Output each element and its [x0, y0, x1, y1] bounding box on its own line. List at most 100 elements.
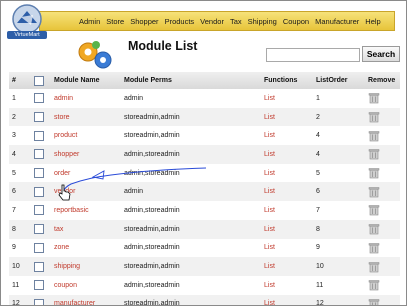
- row-select: [31, 145, 51, 164]
- search-button[interactable]: Search: [362, 46, 400, 62]
- module-name-link[interactable]: shopper: [51, 145, 121, 164]
- table-row: 7 reportbasic admin,storeadmin List 7: [9, 201, 400, 220]
- menu-item-tax[interactable]: Tax: [230, 17, 242, 26]
- row-select: [31, 126, 51, 145]
- row-number: 8: [12, 225, 16, 233]
- row-checkbox[interactable]: [34, 298, 44, 305]
- module-name-link[interactable]: zone: [51, 239, 121, 258]
- module-name-link[interactable]: product: [51, 126, 121, 145]
- table-row: 1 admin admin List 1: [9, 89, 400, 108]
- module-name-link[interactable]: tax: [51, 220, 121, 239]
- module-name-link[interactable]: admin: [51, 89, 121, 108]
- table-row: 9 zone admin,storeadmin List 9: [9, 239, 400, 258]
- remove-cell: [365, 89, 400, 108]
- remove-cell: [365, 295, 400, 306]
- row-checkbox[interactable]: [34, 224, 44, 235]
- row-number: 5: [12, 169, 16, 177]
- module-name-link[interactable]: manufacturer: [51, 295, 121, 305]
- trash-icon[interactable]: [368, 148, 380, 160]
- list-link[interactable]: List: [261, 220, 313, 239]
- page-title: Module List: [128, 39, 198, 53]
- search-input[interactable]: [266, 48, 360, 62]
- list-link[interactable]: List: [261, 257, 313, 276]
- module-name-link[interactable]: reportbasic: [51, 201, 121, 220]
- table-row: 3 product storeadmin,admin List 4: [9, 126, 400, 145]
- list-link[interactable]: List: [261, 276, 313, 295]
- trash-icon[interactable]: [368, 298, 380, 306]
- remove-cell: [365, 145, 400, 164]
- list-link[interactable]: List: [261, 145, 313, 164]
- menu-item-help[interactable]: Help: [365, 17, 380, 26]
- row-checkbox[interactable]: [34, 168, 44, 179]
- row-number: 6: [12, 188, 16, 196]
- module-name-link[interactable]: order: [51, 164, 121, 183]
- module-name-link[interactable]: coupon: [51, 276, 121, 295]
- trash-icon[interactable]: [368, 223, 380, 235]
- list-link[interactable]: List: [261, 182, 313, 201]
- row-checkbox[interactable]: [34, 186, 44, 197]
- trash-icon[interactable]: [368, 130, 380, 142]
- table-row: 6 vendor admin List 6: [9, 182, 400, 202]
- row-number: 12: [12, 300, 20, 306]
- trash-icon[interactable]: [368, 279, 380, 291]
- menu-item-products[interactable]: Products: [165, 17, 195, 26]
- menu-item-shipping[interactable]: Shipping: [248, 17, 277, 26]
- menu-item-shopper[interactable]: Shopper: [130, 17, 158, 26]
- menu-item-manufacturer[interactable]: Manufacturer: [315, 17, 359, 26]
- module-perms: storeadmin,admin: [124, 113, 180, 121]
- row-checkbox[interactable]: [34, 242, 44, 253]
- list-link[interactable]: List: [261, 295, 313, 305]
- col-listorder: ListOrder: [316, 77, 348, 84]
- row-checkbox[interactable]: [34, 205, 44, 216]
- trash-icon[interactable]: [368, 186, 380, 198]
- row-checkbox[interactable]: [34, 130, 44, 141]
- list-link[interactable]: List: [261, 201, 313, 220]
- trash-icon[interactable]: [368, 167, 380, 179]
- row-number: 4: [12, 150, 16, 158]
- row-checkbox[interactable]: [34, 149, 44, 160]
- module-perms: admin,storeadmin: [124, 206, 180, 214]
- menu-item-admin[interactable]: Admin: [79, 17, 100, 26]
- list-link[interactable]: List: [261, 239, 313, 258]
- row-number: 7: [12, 206, 16, 214]
- module-perms: admin,storeadmin: [124, 244, 180, 252]
- trash-icon[interactable]: [368, 204, 380, 216]
- remove-cell: [365, 276, 400, 295]
- trash-icon[interactable]: [368, 261, 380, 273]
- list-order: 12: [316, 300, 324, 306]
- list-order: 7: [316, 206, 320, 214]
- row-checkbox[interactable]: [34, 261, 44, 272]
- list-order: 9: [316, 244, 320, 252]
- list-link[interactable]: List: [261, 126, 313, 145]
- remove-cell: [365, 257, 400, 276]
- module-name-link[interactable]: shipping: [51, 257, 121, 276]
- list-order: 4: [316, 150, 320, 158]
- module-perms: admin,storeadmin: [124, 150, 180, 158]
- module-name-link[interactable]: store: [51, 108, 121, 127]
- remove-cell: [365, 201, 400, 220]
- list-link[interactable]: List: [261, 89, 313, 108]
- module-perms: admin,storeadmin: [124, 281, 180, 289]
- browser-frame: Admin Store Shopper Products Vendor Tax Shippi…: [0, 0, 407, 306]
- col-remove: Remove: [368, 77, 396, 84]
- row-number: 10: [12, 263, 20, 271]
- table-row: 5 order admin,storeadmin List 5: [9, 164, 400, 183]
- trash-icon[interactable]: [368, 92, 380, 104]
- trash-icon[interactable]: [368, 111, 380, 123]
- module-name-link[interactable]: vendor: [51, 182, 121, 201]
- row-select: [31, 182, 51, 201]
- remove-cell: [365, 164, 400, 183]
- list-link[interactable]: List: [261, 164, 313, 183]
- menu-item-store[interactable]: Store: [106, 17, 124, 26]
- module-perms: admin: [124, 188, 144, 196]
- list-link[interactable]: List: [261, 108, 313, 127]
- row-select: [31, 239, 51, 258]
- row-select: [31, 89, 51, 108]
- row-checkbox[interactable]: [34, 112, 44, 123]
- trash-icon[interactable]: [368, 242, 380, 254]
- row-checkbox[interactable]: [34, 280, 44, 291]
- menu-item-vendor[interactable]: Vendor: [200, 17, 224, 26]
- row-checkbox[interactable]: [34, 93, 44, 104]
- menu-item-coupon[interactable]: Coupon: [283, 17, 309, 26]
- select-all-checkbox[interactable]: [34, 75, 44, 86]
